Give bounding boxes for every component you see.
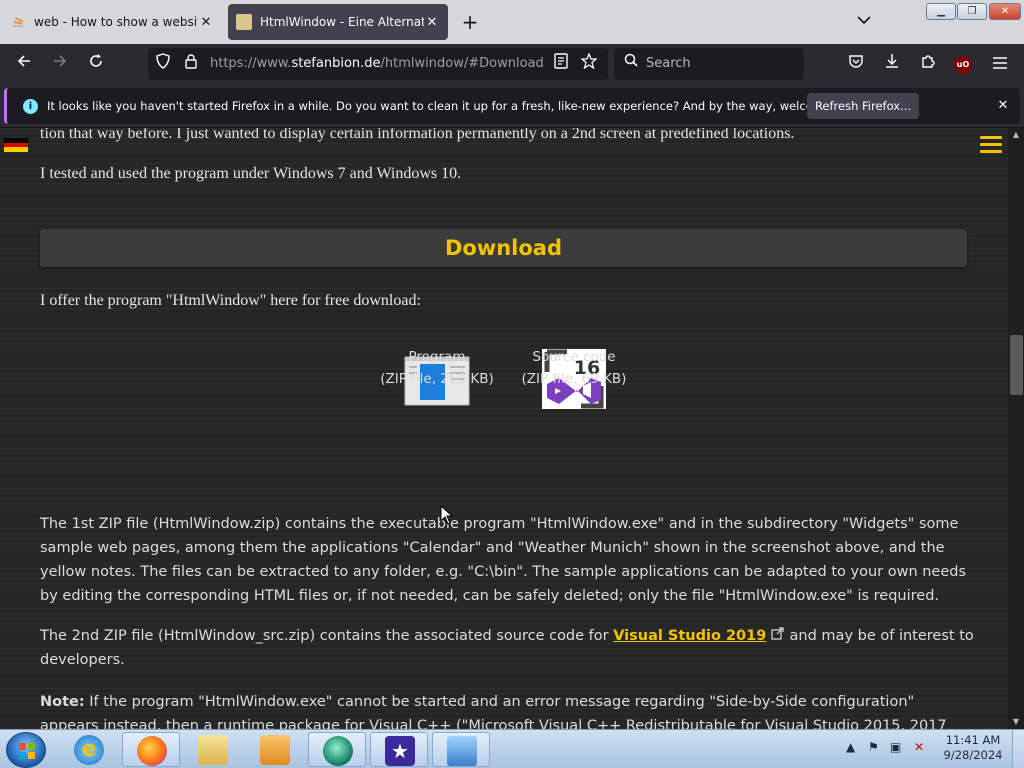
reload-icon[interactable] [82, 50, 110, 78]
taskbar-internet-explorer[interactable]: e [60, 732, 118, 767]
scroll-down-icon[interactable]: ▼ [1008, 715, 1024, 729]
taskbar-firefox[interactable] [122, 732, 180, 767]
notification-bar: i It looks like you haven't started Fire… [0, 84, 1024, 128]
taskbar-media-player[interactable] [246, 732, 304, 767]
volume-muted-icon[interactable]: ✕ [914, 740, 924, 754]
refresh-firefox-button[interactable]: Refresh Firefox... [807, 93, 919, 119]
external-link-icon [771, 624, 785, 648]
german-flag-icon[interactable] [4, 138, 28, 152]
green-app-icon [323, 736, 353, 766]
info-icon: i [23, 99, 38, 114]
tab-close-icon[interactable]: ✕ [424, 15, 440, 30]
folder-icon [198, 735, 228, 765]
site-menu-icon[interactable] [980, 136, 1002, 156]
intro-text: I tested and used the program under Wind… [40, 165, 462, 182]
taskbar-app-green[interactable] [308, 732, 366, 767]
paragraph-zip2: The 2nd ZIP file (HtmlWindow_src.zip) co… [40, 624, 975, 672]
clock-date: 9/28/2024 [943, 748, 1003, 762]
star-app-icon: ★ [385, 736, 415, 766]
action-center-flag-icon[interactable]: ⚑ [868, 740, 879, 754]
source-code-download-link[interactable]: Source code (ZIP file, 69 KB) [499, 346, 649, 390]
media-player-icon [260, 735, 290, 765]
offer-text: I offer the program "HtmlWindow" here fo… [40, 292, 421, 309]
tab-close-icon[interactable]: ✕ [198, 15, 214, 30]
tracking-protection-shield-icon[interactable] [152, 53, 174, 75]
taskbar-app-window[interactable] [432, 732, 490, 767]
url-text: https://www.stefanbion.de/htmlwindow/#Do… [210, 56, 544, 71]
windows-taskbar: e ★ ▲ ⚑ ▣ ✕ 11:41 AM 9/28/2024 [0, 729, 1024, 768]
site-favicon-icon [236, 14, 252, 30]
minimize-button[interactable]: ▁ [926, 3, 956, 20]
scroll-thumb[interactable] [1010, 335, 1023, 395]
search-box[interactable]: Search [614, 48, 804, 80]
tab-htmlwindow[interactable]: HtmlWindow - Eine Alternative ✕ [228, 4, 448, 40]
clock[interactable]: 11:41 AM 9/28/2024 [938, 733, 1008, 763]
download-label: Source code [532, 349, 616, 365]
notification-message: It looks like you haven't started Firefo… [47, 99, 867, 113]
tab-web[interactable]: web - How to show a website a ✕ [2, 4, 222, 40]
note-label: Note: [40, 694, 85, 710]
address-bar[interactable]: https://www.stefanbion.de/htmlwindow/#Do… [148, 48, 608, 80]
show-hidden-icons-icon[interactable]: ▲ [846, 740, 855, 754]
maximize-button[interactable]: ❐ [957, 3, 987, 20]
forward-icon[interactable] [46, 50, 74, 78]
download-label: Program [408, 349, 466, 365]
note-paragraph: Note: If the program "HtmlWindow.exe" ca… [40, 694, 947, 729]
windows-logo-icon [19, 743, 35, 759]
reader-view-icon[interactable] [550, 53, 572, 75]
list-all-tabs-icon[interactable] [852, 10, 876, 34]
paragraph-zip1: The 1st ZIP file (HtmlWindow.zip) contai… [40, 516, 967, 604]
taskbar-explorer[interactable] [184, 732, 242, 767]
tab-title: web - How to show a website a [34, 15, 198, 29]
show-desktop-button[interactable] [1012, 730, 1024, 768]
visual-studio-link[interactable]: Visual Studio 2019 [613, 628, 766, 644]
back-icon[interactable] [10, 50, 38, 78]
search-icon [624, 53, 638, 71]
new-tab-button[interactable]: + [456, 8, 484, 36]
intro-text: tion that way before. I just wanted to d… [40, 128, 795, 142]
bookmark-star-icon[interactable] [578, 52, 600, 75]
program-download-link[interactable]: Program (ZIP file, 260 KB) [362, 346, 512, 390]
search-placeholder: Search [646, 56, 691, 71]
downloads-icon[interactable] [878, 50, 906, 78]
pocket-icon[interactable] [842, 50, 870, 78]
download-info: (ZIP file, 69 KB) [521, 371, 627, 387]
download-heading-bar: Download [40, 229, 967, 267]
network-icon[interactable]: ▣ [890, 740, 901, 754]
mouse-cursor-icon [440, 504, 454, 525]
stackoverflow-icon [10, 14, 26, 30]
clock-time: 11:41 AM [945, 733, 1001, 747]
tab-strip: web - How to show a website a ✕ HtmlWind… [0, 0, 1024, 44]
scroll-up-icon[interactable]: ▲ [1008, 128, 1024, 142]
page-content: tion that way before. I just wanted to d… [0, 128, 1008, 729]
firefox-icon [137, 736, 167, 766]
close-window-button[interactable]: ✕ [989, 3, 1021, 20]
menu-hamburger-icon[interactable] [986, 50, 1014, 78]
start-button[interactable] [6, 732, 46, 768]
internet-explorer-icon: e [74, 735, 104, 765]
close-notification-icon[interactable]: ✕ [993, 96, 1013, 116]
lock-icon[interactable] [180, 53, 202, 75]
tab-title: HtmlWindow - Eine Alternative [260, 15, 424, 29]
notification-box: i It looks like you haven't started Fire… [4, 88, 1020, 124]
page-scrollbar[interactable]: ▲ ▼ [1008, 128, 1024, 729]
extensions-icon[interactable] [914, 50, 942, 78]
download-info: (ZIP file, 260 KB) [380, 371, 494, 387]
taskbar-app-star[interactable]: ★ [370, 732, 428, 767]
download-heading: Download [444, 236, 563, 260]
navigation-toolbar: https://www.stefanbion.de/htmlwindow/#Do… [0, 44, 1024, 84]
window-app-icon [447, 736, 477, 766]
ublock-origin-icon[interactable]: uO [954, 56, 972, 74]
